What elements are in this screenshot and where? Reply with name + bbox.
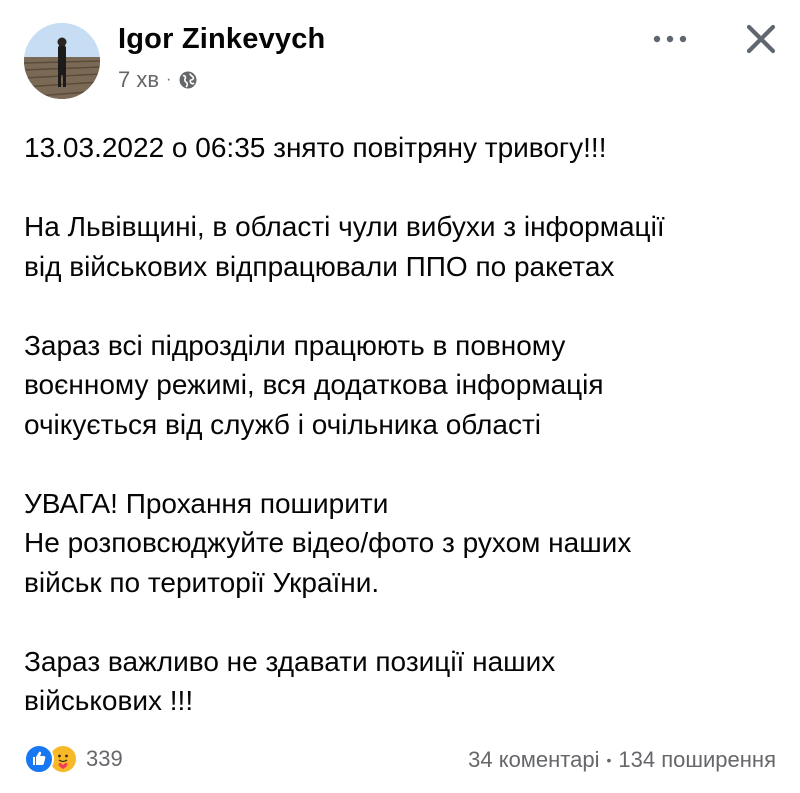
like-icon [24, 744, 54, 774]
reactions-summary[interactable]: 339 [24, 744, 123, 774]
close-icon[interactable] [744, 22, 778, 56]
more-horizontal-icon[interactable] [648, 26, 692, 52]
post-paragraph: УВАГА! Прохання поширити Не розповсюджуй… [24, 487, 632, 598]
globe-icon[interactable] [178, 70, 198, 90]
meta-separator: · [166, 71, 172, 88]
stats-separator: • [606, 752, 612, 768]
post-paragraph: Зараз важливо не здавати позиції наших в… [24, 645, 556, 717]
reaction-count: 339 [86, 746, 123, 771]
post-paragraph: 13.03.2022 о 06:35 знято повітряну триво… [24, 132, 607, 163]
post-stats: 34 коментарі • 134 поширення [468, 747, 776, 773]
author-name[interactable]: Igor Zinkevych [118, 23, 325, 56]
avatar[interactable] [24, 23, 100, 99]
facebook-post: Igor Zinkevych 7 хв · 13.03.2022 о 06:35… [0, 0, 800, 793]
comments-count[interactable]: 34 коментарі [468, 747, 599, 773]
shares-count[interactable]: 134 поширення [618, 747, 776, 773]
post-text: 13.03.2022 о 06:35 знято повітряну триво… [24, 128, 784, 760]
avatar-photo [24, 23, 100, 99]
post-meta: 7 хв · [118, 67, 198, 93]
post-paragraph: Зараз всі підрозділи працюють в повному … [24, 329, 604, 440]
post-time[interactable]: 7 хв [118, 67, 159, 93]
post-paragraph: На Львівщині, в області чули вибухи з ін… [24, 211, 665, 282]
